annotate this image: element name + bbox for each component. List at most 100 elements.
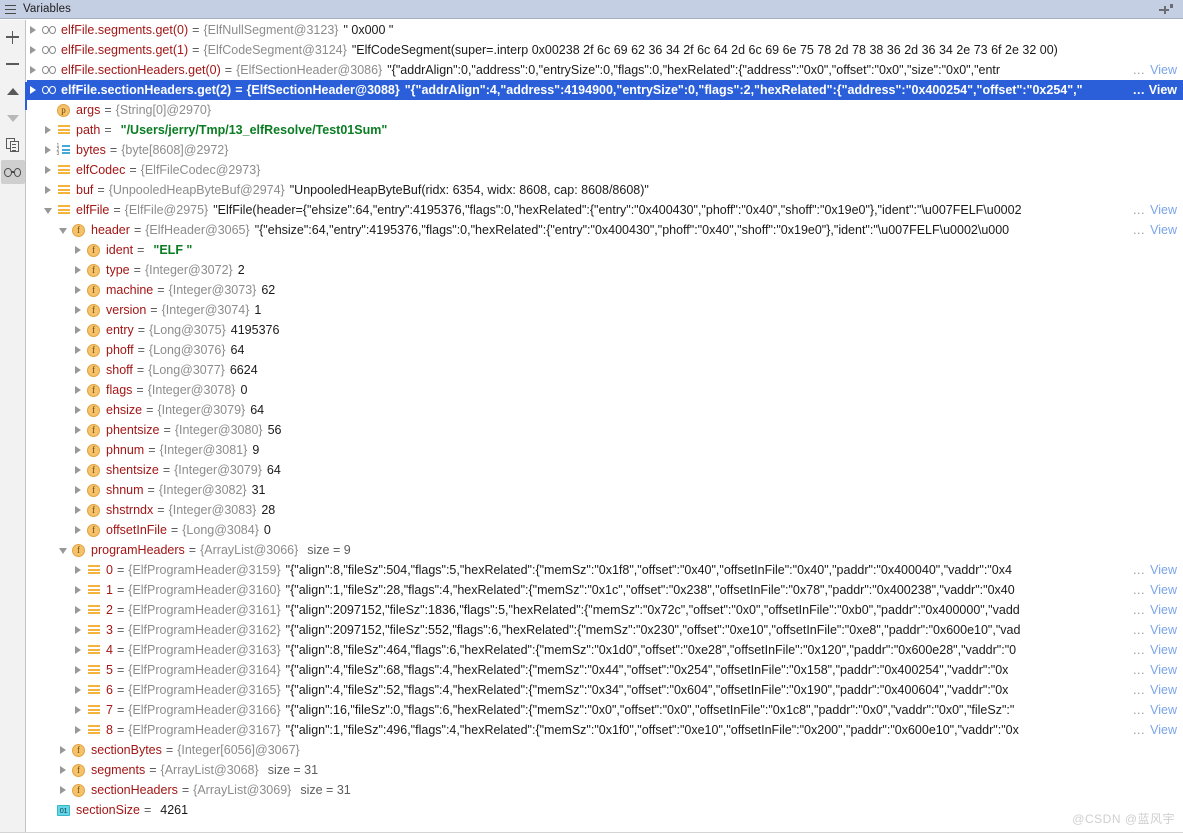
view-link[interactable]: View <box>1147 80 1177 100</box>
variable-row[interactable]: f shentsize = {Integer@3079} 64 <box>27 460 1183 480</box>
expand-arrow-icon[interactable] <box>42 160 56 180</box>
variable-row[interactable]: buf = {UnpooledHeapByteBuf@2974} "UnpooledH… <box>27 180 1183 200</box>
expand-arrow-icon[interactable] <box>72 300 86 320</box>
view-link[interactable]: View <box>1148 200 1177 220</box>
hamburger-icon[interactable] <box>5 4 16 14</box>
expand-arrow-icon[interactable] <box>72 600 86 620</box>
variable-row[interactable]: f machine = {Integer@3073} 62 <box>27 280 1183 300</box>
expand-arrow-icon[interactable] <box>72 520 86 540</box>
variable-row[interactable]: f shoff = {Long@3077} 6624 <box>27 360 1183 380</box>
variable-row[interactable]: 4 = {ElfProgramHeader@3163} "{"align":8,"fi… <box>27 640 1183 660</box>
variable-row[interactable]: f phoff = {Long@3076} 64 <box>27 340 1183 360</box>
collapse-arrow-icon[interactable] <box>57 220 71 240</box>
expand-arrow-icon[interactable] <box>72 660 86 680</box>
expand-arrow-icon[interactable] <box>57 760 71 780</box>
variable-row[interactable]: 7 = {ElfProgramHeader@3166} "{"align":16,"f… <box>27 700 1183 720</box>
view-link[interactable]: View <box>1148 220 1177 240</box>
expand-arrow-icon[interactable] <box>72 700 86 720</box>
expand-arrow-icon[interactable] <box>72 480 86 500</box>
variable-row[interactable]: elfFile.segments.get(1) = {ElfCodeSegment@… <box>27 40 1183 60</box>
expand-arrow-icon[interactable] <box>72 560 86 580</box>
variable-row[interactable]: elfFile = {ElfFile@2975} "ElfFile(header={"… <box>27 200 1183 220</box>
expand-arrow-icon[interactable] <box>72 240 86 260</box>
variable-row[interactable]: f ehsize = {Integer@3079} 64 <box>27 400 1183 420</box>
view-link[interactable]: View <box>1148 60 1177 80</box>
variable-row[interactable]: f programHeaders = {ArrayList@3066} size = 9 <box>27 540 1183 560</box>
variable-row[interactable]: 2 = {ElfProgramHeader@3161} "{"align":20971… <box>27 600 1183 620</box>
expand-arrow-icon[interactable] <box>27 80 41 100</box>
watches-toggle-button[interactable] <box>0 160 25 184</box>
variable-row[interactable]: f shnum = {Integer@3082} 31 <box>27 480 1183 500</box>
expand-arrow-icon[interactable] <box>72 580 86 600</box>
variable-row[interactable]: f version = {Integer@3074} 1 <box>27 300 1183 320</box>
expand-arrow-icon[interactable] <box>27 20 41 40</box>
variable-row[interactable]: 1 = {ElfProgramHeader@3160} "{"align":1,"fi… <box>27 580 1183 600</box>
copy-value-button[interactable] <box>1 133 25 157</box>
expand-arrow-icon[interactable] <box>72 720 86 740</box>
variable-row[interactable]: f offsetInFile = {Long@3084} 0 <box>27 520 1183 540</box>
expand-arrow-icon[interactable] <box>72 680 86 700</box>
expand-arrow-icon[interactable] <box>72 420 86 440</box>
variable-row[interactable]: 8 = {ElfProgramHeader@3167} "{"align":1,"fi… <box>27 720 1183 740</box>
expand-arrow-icon[interactable] <box>72 640 86 660</box>
variable-row[interactable]: elfFile.sectionHeaders.get(2) = {ElfSectio… <box>27 80 1183 100</box>
variable-row[interactable]: f entry = {Long@3075} 4195376 <box>27 320 1183 340</box>
variable-row[interactable]: f phentsize = {Integer@3080} 56 <box>27 420 1183 440</box>
view-link[interactable]: View <box>1148 600 1177 620</box>
expand-arrow-icon[interactable] <box>72 280 86 300</box>
collapse-arrow-icon[interactable] <box>57 540 71 560</box>
expand-arrow-icon[interactable] <box>72 340 86 360</box>
variable-row[interactable]: f type = {Integer@3072} 2 <box>27 260 1183 280</box>
expand-arrow-icon[interactable] <box>72 360 86 380</box>
variable-row[interactable]: elfFile.sectionHeaders.get(0) = {ElfSectio… <box>27 60 1183 80</box>
view-link[interactable]: View <box>1148 580 1177 600</box>
expand-arrow-icon[interactable] <box>57 780 71 800</box>
view-link[interactable]: View <box>1148 660 1177 680</box>
variable-row[interactable]: 0 = {ElfProgramHeader@3159} "{"align":8,"fi… <box>27 560 1183 580</box>
view-link[interactable]: View <box>1148 560 1177 580</box>
variables-tree[interactable]: elfFile.segments.get(0) = {ElfNullSegment@… <box>27 20 1183 833</box>
expand-arrow-icon[interactable] <box>42 180 56 200</box>
collapse-arrow-icon[interactable] <box>42 200 56 220</box>
variable-row[interactable]: path = "/Users/jerry/Tmp/13_elfResolve/Tes… <box>27 120 1183 140</box>
pin-settings-icon[interactable] <box>1159 3 1173 15</box>
expand-arrow-icon[interactable] <box>57 740 71 760</box>
expand-arrow-icon[interactable] <box>72 500 86 520</box>
variable-row[interactable]: f sectionBytes = {Integer[6056]@3067} <box>27 740 1183 760</box>
expand-arrow-icon[interactable] <box>27 40 41 60</box>
move-up-button[interactable] <box>1 79 25 103</box>
expand-arrow-icon[interactable] <box>72 440 86 460</box>
expand-arrow-icon[interactable] <box>42 140 56 160</box>
view-link[interactable]: View <box>1148 620 1177 640</box>
view-link[interactable]: View <box>1148 700 1177 720</box>
variable-row[interactable]: f ident = "ELF " <box>27 240 1183 260</box>
expand-arrow-icon[interactable] <box>72 320 86 340</box>
expand-arrow-icon[interactable] <box>72 620 86 640</box>
variable-row[interactable]: f shstrndx = {Integer@3083} 28 <box>27 500 1183 520</box>
view-link[interactable]: View <box>1148 640 1177 660</box>
variable-row[interactable]: f header = {ElfHeader@3065} "{"ehsize":64,"e… <box>27 220 1183 240</box>
add-watch-button[interactable] <box>1 25 25 49</box>
variable-row[interactable]: elfCodec = {ElfFileCodec@2973} <box>27 160 1183 180</box>
expand-arrow-icon[interactable] <box>27 60 41 80</box>
variable-row[interactable]: f flags = {Integer@3078} 0 <box>27 380 1183 400</box>
view-link[interactable]: View <box>1148 720 1177 740</box>
variable-row[interactable]: 1 2 3 bytes = {byte[8608]@2972} <box>27 140 1183 160</box>
variable-row[interactable]: p args = {String[0]@2970} <box>27 100 1183 120</box>
variable-row[interactable]: 6 = {ElfProgramHeader@3165} "{"align":4,"fi… <box>27 680 1183 700</box>
expand-arrow-icon[interactable] <box>72 260 86 280</box>
variable-row[interactable]: f phnum = {Integer@3081} 9 <box>27 440 1183 460</box>
move-down-button[interactable] <box>1 106 25 130</box>
variable-row[interactable]: 3 = {ElfProgramHeader@3162} "{"align":20971… <box>27 620 1183 640</box>
variable-row[interactable]: 01 sectionSize = 4261 <box>27 800 1183 820</box>
variable-row[interactable]: f segments = {ArrayList@3068} size = 31 <box>27 760 1183 780</box>
variable-row[interactable]: f sectionHeaders = {ArrayList@3069} size = 3… <box>27 780 1183 800</box>
variable-row[interactable]: 5 = {ElfProgramHeader@3164} "{"align":4,"fi… <box>27 660 1183 680</box>
remove-watch-button[interactable] <box>1 52 25 76</box>
expand-arrow-icon[interactable] <box>72 400 86 420</box>
view-link[interactable]: View <box>1148 680 1177 700</box>
expand-arrow-icon[interactable] <box>72 460 86 480</box>
expand-arrow-icon[interactable] <box>72 380 86 400</box>
expand-arrow-icon[interactable] <box>42 120 56 140</box>
variable-row[interactable]: elfFile.segments.get(0) = {ElfNullSegment@… <box>27 20 1183 40</box>
